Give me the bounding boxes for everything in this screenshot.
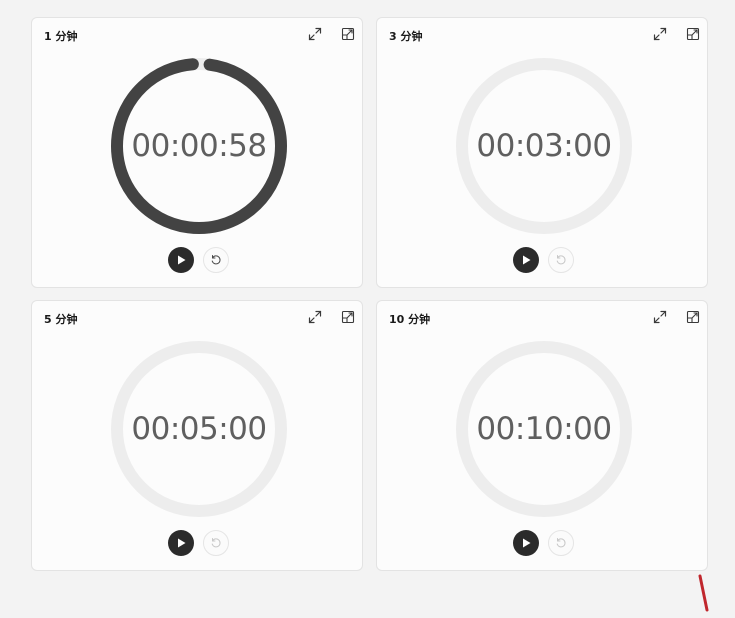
timer-card[interactable]: 1 分钟 00:00:58 [31,17,363,288]
timer-title: 3 分钟 [389,30,423,43]
expand-icon[interactable] [650,307,670,327]
keep-on-top-icon[interactable] [338,307,358,327]
reset-button[interactable] [548,247,574,273]
play-icon [178,255,186,265]
play-icon [523,255,531,265]
play-button[interactable] [513,247,539,273]
progress-ring: 00:10:00 [455,340,633,518]
reset-icon [211,255,221,265]
time-display: 00:00:58 [131,128,267,164]
expand-icon[interactable] [305,24,325,44]
timer-title: 5 分钟 [44,313,78,326]
progress-ring: 00:00:58 [110,57,288,235]
reset-icon [556,255,566,265]
pen-stroke-mark [694,574,714,618]
reset-icon [211,538,221,548]
timer-title: 1 分钟 [44,30,78,43]
play-button[interactable] [168,247,194,273]
play-button[interactable] [513,530,539,556]
time-display: 00:05:00 [131,411,267,447]
keep-on-top-icon[interactable] [338,24,358,44]
keep-on-top-icon[interactable] [683,24,703,44]
timer-card[interactable]: 3 分钟 00:03:00 [376,17,708,288]
time-display: 00:03:00 [476,128,612,164]
progress-ring: 00:03:00 [455,57,633,235]
time-display: 00:10:00 [476,411,612,447]
progress-ring: 00:05:00 [110,340,288,518]
reset-button[interactable] [203,247,229,273]
reset-button[interactable] [203,530,229,556]
play-button[interactable] [168,530,194,556]
timer-title: 10 分钟 [389,313,431,326]
reset-icon [556,538,566,548]
play-icon [178,538,186,548]
reset-button[interactable] [548,530,574,556]
keep-on-top-icon[interactable] [683,307,703,327]
expand-icon[interactable] [305,307,325,327]
play-icon [523,538,531,548]
timer-card[interactable]: 5 分钟 00:05:00 [31,300,363,571]
timer-card[interactable]: 10 分钟 00:10:00 [376,300,708,571]
expand-icon[interactable] [650,24,670,44]
